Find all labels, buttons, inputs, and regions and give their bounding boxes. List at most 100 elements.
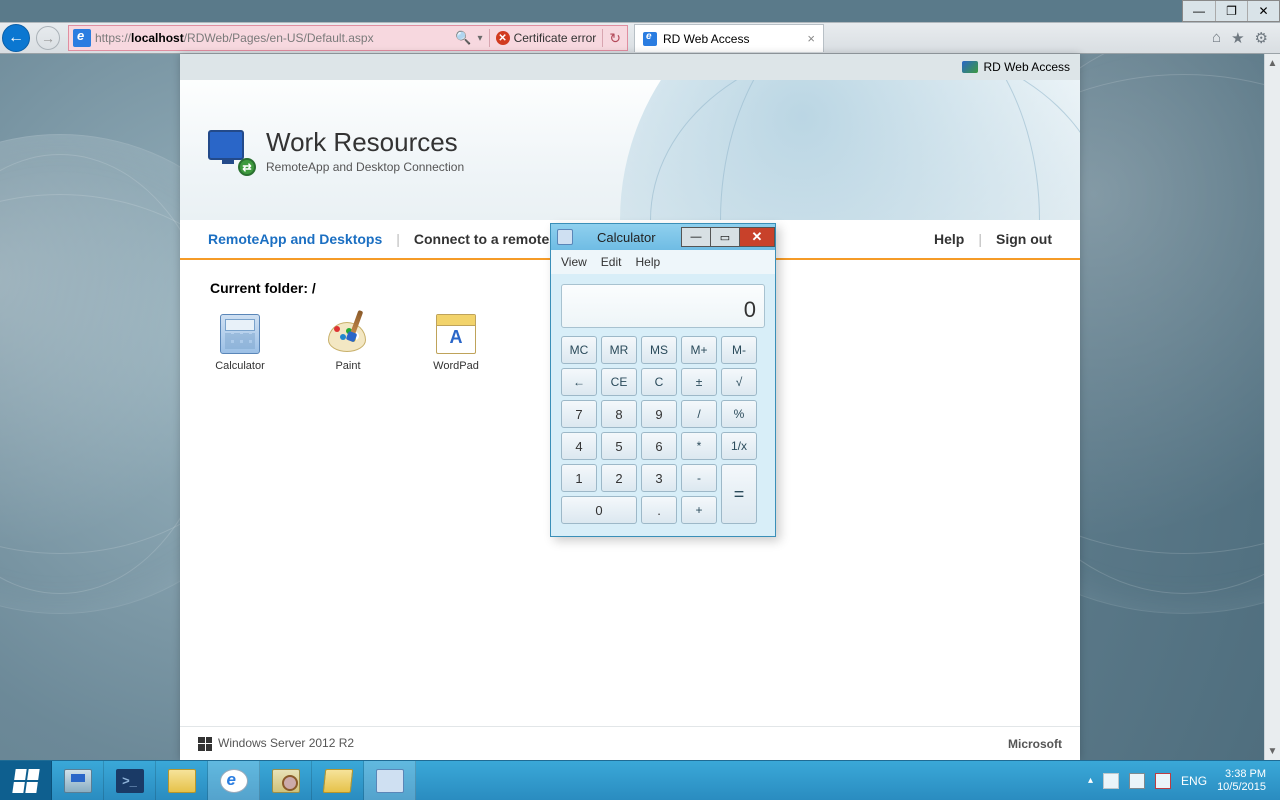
calculator-titlebar-icon [557, 229, 573, 245]
tray-clock[interactable]: 3:38 PM 10/5/2015 [1217, 768, 1272, 793]
favorites-icon[interactable]: ★ [1231, 29, 1244, 47]
banner-titles: Work Resources RemoteApp and Desktop Con… [266, 127, 464, 174]
server-manager-icon [64, 769, 92, 793]
calculator-body: 0 MC MR MS M+ M- ← CE C ± √ 7 8 9 / % 4 … [551, 274, 775, 536]
settings-gear-icon[interactable]: ⚙ [1255, 29, 1268, 47]
back-button[interactable]: ← [0, 22, 32, 54]
key-reciprocal[interactable]: 1/x [721, 432, 757, 460]
search-icon[interactable]: 🔍 [455, 30, 471, 46]
key-ms[interactable]: MS [641, 336, 677, 364]
key-mc[interactable]: MC [561, 336, 597, 364]
tray-flag-icon[interactable] [1103, 773, 1119, 789]
certificate-error-badge[interactable]: ✕ Certificate error [496, 31, 597, 45]
key-plusminus[interactable]: ± [681, 368, 717, 396]
key-equals[interactable]: = [721, 464, 757, 524]
key-7[interactable]: 7 [561, 400, 597, 428]
system-tray: ▴ ENG 3:38 PM 10/5/2015 [1080, 761, 1280, 800]
calculator-window-controls: — ▭ ✕ [682, 227, 775, 247]
tray-language[interactable]: ENG [1181, 774, 1207, 788]
rdwa-top-bar: RD Web Access [180, 54, 1080, 80]
key-divide[interactable]: / [681, 400, 717, 428]
key-2[interactable]: 2 [601, 464, 637, 492]
tray-network-icon[interactable] [1129, 773, 1145, 789]
tray-overflow-icon[interactable]: ▴ [1088, 775, 1093, 786]
page-subtitle: RemoteApp and Desktop Connection [266, 160, 464, 174]
scroll-down-icon[interactable]: ▼ [1265, 742, 1280, 760]
key-mplus[interactable]: M+ [681, 336, 717, 364]
taskbar-powershell[interactable]: >_ [104, 761, 156, 800]
calc-close-button[interactable]: ✕ [739, 227, 775, 247]
key-sqrt[interactable]: √ [721, 368, 757, 396]
taskbar-sticky-notes[interactable] [312, 761, 364, 800]
calculator-title: Calculator [579, 230, 682, 245]
key-add[interactable]: + [681, 496, 717, 524]
key-0[interactable]: 0 [561, 496, 637, 524]
taskbar-server-manager[interactable] [52, 761, 104, 800]
taskbar-server-tools[interactable] [260, 761, 312, 800]
app-wordpad[interactable]: WordPad [426, 314, 486, 372]
app-label: Calculator [210, 360, 270, 372]
key-5[interactable]: 5 [601, 432, 637, 460]
forward-button: → [32, 22, 64, 54]
tab-connect-pc[interactable]: Connect to a remote PC [414, 231, 573, 247]
os-maximize-button[interactable]: ❐ [1215, 1, 1247, 21]
key-c[interactable]: C [641, 368, 677, 396]
taskbar-calculator[interactable] [364, 761, 416, 800]
windows-logo-icon [12, 769, 39, 793]
menu-edit[interactable]: Edit [601, 255, 622, 269]
brand-label: Microsoft [1008, 737, 1062, 751]
banner: ⇄ Work Resources RemoteApp and Desktop C… [180, 80, 1080, 220]
calculator-window: Calculator — ▭ ✕ View Edit Help 0 MC MR … [550, 223, 776, 537]
separator [602, 29, 603, 47]
calculator-keypad: MC MR MS M+ M- ← CE C ± √ 7 8 9 / % 4 5 … [561, 336, 765, 524]
key-mminus[interactable]: M- [721, 336, 757, 364]
key-3[interactable]: 3 [641, 464, 677, 492]
banner-globe-art [620, 80, 1080, 220]
key-1[interactable]: 1 [561, 464, 597, 492]
taskbar-ie[interactable] [208, 761, 260, 800]
calculator-display: 0 [561, 284, 765, 328]
taskbar-explorer[interactable] [156, 761, 208, 800]
ie-icon [73, 29, 91, 47]
home-icon[interactable]: ⌂ [1212, 29, 1221, 47]
scroll-up-icon[interactable]: ▲ [1265, 54, 1280, 72]
key-backspace[interactable]: ← [561, 368, 597, 396]
address-bar[interactable]: https://localhost/RDWeb/Pages/en-US/Defa… [68, 25, 628, 51]
url-text: https://localhost/RDWeb/Pages/en-US/Defa… [95, 31, 449, 45]
help-link[interactable]: Help [934, 231, 964, 247]
key-8[interactable]: 8 [601, 400, 637, 428]
app-calculator[interactable]: Calculator [210, 314, 270, 372]
key-6[interactable]: 6 [641, 432, 677, 460]
key-decimal[interactable]: . [641, 496, 677, 524]
key-ce[interactable]: CE [601, 368, 637, 396]
work-resources-logo-icon: ⇄ [208, 128, 252, 172]
calculator-icon [220, 314, 260, 354]
key-9[interactable]: 9 [641, 400, 677, 428]
key-subtract[interactable]: - [681, 464, 717, 492]
tab-remoteapp[interactable]: RemoteApp and Desktops [208, 231, 382, 247]
menu-view[interactable]: View [561, 255, 587, 269]
key-percent[interactable]: % [721, 400, 757, 428]
browser-tab[interactable]: RD Web Access × [634, 24, 824, 52]
calculator-titlebar[interactable]: Calculator — ▭ ✕ [551, 224, 775, 250]
menu-help[interactable]: Help [635, 255, 660, 269]
app-paint[interactable]: Paint [318, 314, 378, 372]
server-tools-icon [272, 769, 300, 793]
tray-volume-icon[interactable] [1155, 773, 1171, 789]
os-minimize-button[interactable]: — [1183, 1, 1215, 21]
search-dropdown-icon[interactable]: ▾ [478, 33, 483, 44]
calc-minimize-button[interactable]: — [681, 227, 711, 247]
start-button[interactable] [0, 761, 52, 800]
refresh-icon[interactable]: ↻ [609, 30, 621, 47]
key-mr[interactable]: MR [601, 336, 637, 364]
rdwa-label: RD Web Access [984, 60, 1070, 74]
signout-link[interactable]: Sign out [996, 231, 1052, 247]
browser-scrollbar[interactable]: ▲ ▼ [1264, 54, 1280, 760]
os-close-button[interactable]: ✕ [1247, 1, 1279, 21]
clock-date: 10/5/2015 [1217, 781, 1266, 794]
tab-close-button[interactable]: × [807, 31, 815, 46]
calc-maximize-button[interactable]: ▭ [710, 227, 740, 247]
key-multiply[interactable]: * [681, 432, 717, 460]
taskbar: >_ ▴ ENG 3:38 PM 10/5/2015 [0, 760, 1280, 800]
key-4[interactable]: 4 [561, 432, 597, 460]
